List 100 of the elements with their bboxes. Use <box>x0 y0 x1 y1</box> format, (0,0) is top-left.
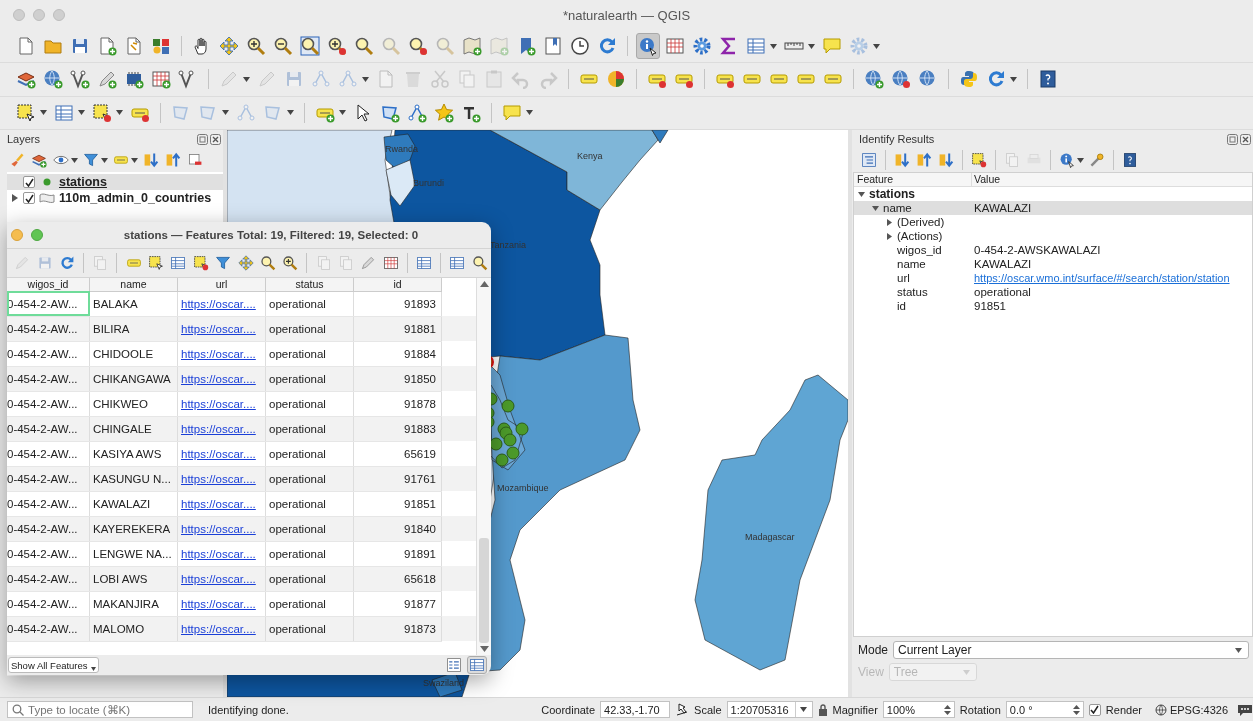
brush-icon[interactable] <box>9 152 25 168</box>
magnifier-icon[interactable] <box>259 254 276 271</box>
link[interactable]: https://oscar.... <box>181 597 256 610</box>
refresh-icon[interactable] <box>58 254 75 271</box>
star-icon[interactable] <box>434 102 454 123</box>
python-icon[interactable] <box>959 69 979 90</box>
select-rectangle-icon[interactable] <box>92 102 112 123</box>
tree-row[interactable]: (Actions) <box>854 229 1252 243</box>
expand-arrow-icon[interactable] <box>872 204 879 212</box>
tree-row[interactable]: id 91851 <box>854 299 1252 313</box>
zoom-in-icon[interactable] <box>246 36 266 57</box>
expand-arrow-icon[interactable] <box>11 194 18 202</box>
expand-all-icon[interactable] <box>894 152 910 168</box>
document-icon[interactable] <box>97 36 117 57</box>
grid-icon[interactable] <box>382 254 399 271</box>
filter-icon[interactable] <box>215 254 232 271</box>
collapse-all-icon[interactable] <box>165 152 181 168</box>
layer-item[interactable]: 110m_admin_0_countries <box>7 190 223 206</box>
caret-icon[interactable] <box>243 77 250 82</box>
gear-icon[interactable] <box>692 36 712 57</box>
expand-all-icon[interactable] <box>938 152 954 168</box>
scrollbar-thumb[interactable] <box>479 538 489 644</box>
tree-row[interactable]: status operational <box>854 285 1252 299</box>
zoom-in-icon[interactable] <box>282 254 299 271</box>
document-icon[interactable] <box>124 36 144 57</box>
help-icon[interactable] <box>1038 69 1058 90</box>
spin-arrows-icon[interactable] <box>1072 703 1080 716</box>
layer-item[interactable]: stations <box>7 174 223 190</box>
caret-icon[interactable] <box>339 110 346 116</box>
caret-icon[interactable] <box>222 110 229 116</box>
checkbox[interactable] <box>23 176 35 188</box>
collapse-all-icon[interactable] <box>916 152 932 168</box>
zoom-out-icon[interactable] <box>273 36 293 57</box>
book-icon[interactable] <box>543 36 563 57</box>
filter-icon[interactable] <box>83 152 99 168</box>
pie-chart-icon[interactable] <box>606 69 626 90</box>
caret-icon[interactable] <box>808 43 815 49</box>
link[interactable]: https://oscar.... <box>181 372 256 385</box>
mouse-icon[interactable] <box>675 702 690 717</box>
expand-all-icon[interactable] <box>143 152 159 168</box>
globe-icon[interactable] <box>864 69 884 90</box>
caret-icon[interactable] <box>526 110 533 116</box>
map-icon[interactable] <box>462 36 482 57</box>
table-icon[interactable] <box>170 254 187 271</box>
help-icon[interactable] <box>1122 152 1138 168</box>
caret-icon[interactable] <box>1077 157 1084 163</box>
scale-dropdown[interactable]: 1:20705316 <box>726 701 813 718</box>
checkbox[interactable] <box>23 192 35 204</box>
palette-icon[interactable] <box>151 36 171 57</box>
tree-row[interactable]: (Derived) <box>854 215 1252 229</box>
caret-icon[interactable] <box>131 157 138 163</box>
link[interactable]: https://oscar.... <box>181 397 256 410</box>
caret-icon[interactable] <box>287 110 294 116</box>
caret-icon[interactable] <box>71 157 78 163</box>
link[interactable]: https://oscar.... <box>181 497 256 510</box>
tree-row[interactable]: name KAWALAZI <box>854 201 1252 215</box>
identify-icon[interactable] <box>1059 152 1075 168</box>
locate-field[interactable]: Type to locate (⌘K) <box>7 701 193 718</box>
tree-row[interactable]: name KAWALAZI <box>854 257 1252 271</box>
expand-arrow-icon[interactable] <box>886 218 893 226</box>
view-toggle-button[interactable] <box>467 656 487 674</box>
caret-icon[interactable] <box>1010 77 1017 82</box>
link[interactable]: https://oscar.... <box>181 472 256 485</box>
node-icon[interactable] <box>338 69 358 90</box>
raster-icon[interactable] <box>124 69 144 90</box>
expand-arrow-icon[interactable] <box>886 232 893 240</box>
zoom-full-icon[interactable] <box>300 36 320 57</box>
scroll-down-icon[interactable] <box>479 646 489 653</box>
crs-button[interactable]: EPSG:4326 <box>1154 703 1228 716</box>
select-rectangle-icon[interactable] <box>16 102 36 123</box>
tree-row[interactable]: stations <box>854 187 1252 201</box>
window-button[interactable] <box>31 228 43 241</box>
caret-icon[interactable] <box>1235 647 1243 653</box>
caret-icon[interactable] <box>78 110 85 116</box>
caret-icon[interactable] <box>873 43 880 49</box>
view-toggle-button[interactable] <box>444 656 464 674</box>
link[interactable]: https://oscar.... <box>181 322 256 335</box>
caret-icon[interactable] <box>90 667 96 671</box>
caret-icon[interactable] <box>101 157 108 163</box>
expand-arrow-icon[interactable] <box>858 190 865 198</box>
dropdown[interactable]: Current Layer <box>893 641 1250 659</box>
globe-icon[interactable] <box>43 69 63 90</box>
spin-arrows-icon[interactable] <box>943 703 951 716</box>
link[interactable]: https://oscar.... <box>181 572 256 585</box>
float-icon[interactable] <box>1227 133 1238 145</box>
select-rectangle-icon[interactable] <box>192 254 209 271</box>
node-icon[interactable] <box>236 102 256 123</box>
close-icon[interactable] <box>210 133 221 145</box>
link[interactable]: https://oscar.... <box>181 522 256 535</box>
table-icon[interactable] <box>449 254 466 271</box>
grid-icon[interactable] <box>665 36 685 57</box>
clock-icon[interactable] <box>570 36 590 57</box>
tree-row[interactable]: url https://oscar.wmo.int/surface/#/search/station/station <box>854 271 1252 285</box>
document-icon[interactable] <box>16 36 36 57</box>
caret-icon[interactable] <box>116 110 123 116</box>
zoom-in-icon[interactable] <box>327 36 347 57</box>
magnifier-icon[interactable] <box>471 254 488 271</box>
checkbox[interactable] <box>1088 703 1101 716</box>
pan-arrows-icon[interactable] <box>237 254 254 271</box>
select-rectangle-icon[interactable] <box>148 254 164 271</box>
